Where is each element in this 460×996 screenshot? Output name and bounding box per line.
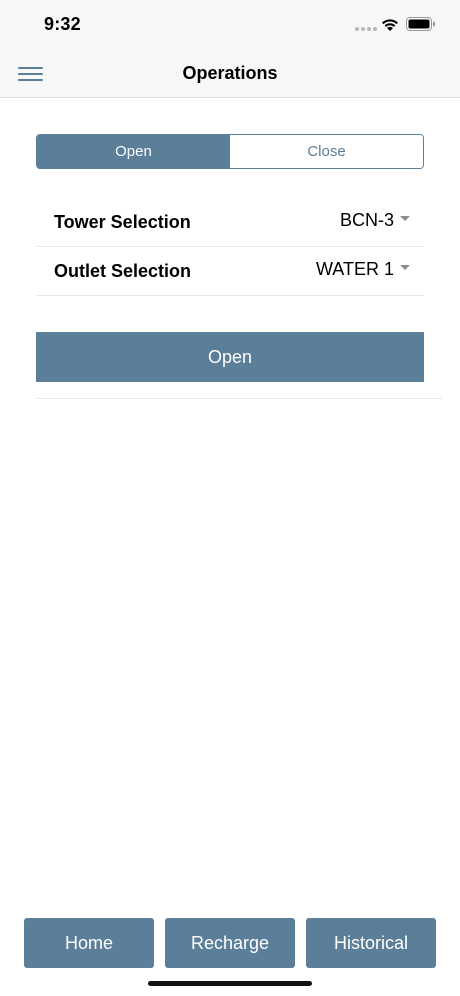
status-time: 9:32: [44, 14, 81, 34]
page-title: Operations: [182, 63, 278, 83]
tower-selection-value: BCN-3: [339, 210, 394, 230]
home-indicator: [148, 981, 312, 986]
bottom-tab-bar: Home Recharge Historical: [0, 918, 460, 968]
tab-home[interactable]: Home: [24, 918, 154, 968]
divider: [36, 398, 442, 399]
outlet-selection-row: Outlet Selection WATER 1: [36, 247, 424, 296]
segment-open[interactable]: Open: [37, 135, 230, 168]
dropdown-caret-icon: [400, 216, 410, 221]
navigation-bar: Operations: [0, 50, 460, 98]
dropdown-caret-icon: [400, 265, 410, 270]
tower-selection-row: Tower Selection BCN-3: [36, 198, 424, 247]
outlet-selection-value: WATER 1: [315, 259, 394, 279]
open-action-button[interactable]: Open: [36, 332, 424, 382]
tab-historical[interactable]: Historical: [306, 918, 436, 968]
tower-selection-label: Tower Selection: [54, 212, 191, 232]
segment-close[interactable]: Close: [230, 135, 423, 168]
battery-icon: [406, 17, 435, 31]
open-close-segmented-control: Open Close: [36, 134, 424, 169]
cellular-signal-icon: [355, 27, 377, 31]
tower-selection-picker[interactable]: BCN-3: [340, 210, 410, 231]
outlet-selection-picker[interactable]: WATER 1: [316, 259, 410, 280]
outlet-selection-label: Outlet Selection: [54, 261, 192, 281]
status-bar: 9:32: [0, 0, 460, 50]
tab-recharge[interactable]: Recharge: [165, 918, 295, 968]
wifi-icon: [382, 19, 398, 31]
